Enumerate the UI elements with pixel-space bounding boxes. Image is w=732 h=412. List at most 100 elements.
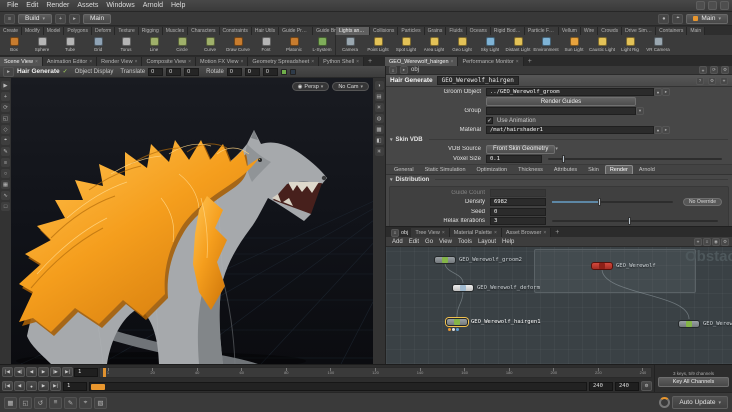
pane-tab[interactable]: Python Shell × — [319, 57, 364, 66]
seed-field[interactable]: 0 — [490, 207, 546, 216]
shelf-tool[interactable]: Grid — [84, 35, 112, 55]
viewport-tool-icon[interactable]: + — [1, 92, 10, 101]
viewport-display-icon[interactable]: ▩ — [374, 125, 384, 134]
rotate-x-field[interactable]: 0 — [226, 67, 242, 76]
key-all-channels-button[interactable]: Key All Channels — [658, 377, 729, 387]
parameter-tab[interactable]: Thickness — [513, 165, 548, 174]
distribution-section[interactable]: ▾ Distribution — [386, 175, 732, 184]
viewport-display-icon[interactable]: ◍ — [374, 114, 384, 123]
transport-button[interactable]: ◀| — [14, 367, 25, 377]
path-arrow-icon[interactable]: ▸ — [400, 66, 408, 74]
window-minimize-icon[interactable] — [696, 1, 705, 10]
pane-tab[interactable]: Asset Browser × — [501, 228, 552, 237]
timeline-ruler[interactable]: 1 20 40 60 80 100 120 140 160 180 200 220 240 — [99, 366, 652, 378]
slider-knob[interactable] — [561, 155, 565, 163]
transport-button[interactable]: |◀ — [2, 367, 13, 377]
new-desktop-icon[interactable]: + — [54, 13, 66, 24]
gear-icon[interactable]: ⚙ — [721, 237, 729, 246]
viewport-tool-icon[interactable]: ✎ — [1, 147, 10, 156]
transport-button[interactable]: |▶ — [50, 367, 61, 377]
shelf-tool[interactable]: Tube — [56, 35, 84, 55]
parameter-tab[interactable]: Attributes — [549, 165, 582, 174]
network-menu-item[interactable]: Help — [499, 239, 517, 245]
menu-item[interactable]: Edit — [22, 0, 42, 12]
status-icon[interactable]: ↺ — [34, 396, 47, 409]
desktop-selector[interactable]: Build ▾ — [18, 13, 52, 24]
slider-knob[interactable] — [597, 198, 601, 206]
network-editor[interactable]: ≡ obj Tree View × Material Palette × Ass… — [385, 226, 732, 364]
shelf-tab[interactable]: Vellum — [558, 27, 581, 35]
status-icon[interactable]: ◱ — [19, 396, 32, 409]
camera-icon[interactable]: ◉ — [712, 237, 720, 246]
shelf-tab[interactable]: Deform — [91, 27, 116, 35]
pin-icon[interactable]: ⌖ — [699, 66, 707, 74]
pane-tab[interactable]: GEO_Werewolf_hairgen × — [385, 57, 459, 66]
camera-view-selector[interactable]: ◉ Persp ▾ — [291, 82, 330, 91]
shelf-tab[interactable]: Characters — [188, 27, 220, 35]
network-node[interactable]: GEO_Werewolf_hairgen1 — [446, 317, 541, 331]
close-icon[interactable]: × — [543, 230, 546, 236]
gear-icon[interactable]: ⚙ — [708, 76, 716, 85]
end-frame-field[interactable]: 240 — [589, 381, 613, 391]
shelf-tab[interactable]: Rigid Bodies — [490, 27, 525, 35]
menu-item[interactable]: File — [3, 0, 22, 12]
viewport-tool-icon[interactable]: ○ — [1, 169, 10, 178]
shelf-tool[interactable]: Sky Light — [476, 35, 504, 55]
shelf-tool[interactable]: Camera — [336, 35, 364, 55]
shelf-tool[interactable]: Point Light — [364, 35, 392, 55]
close-icon[interactable]: × — [135, 59, 138, 65]
close-icon[interactable]: × — [356, 59, 359, 65]
menu-item[interactable]: Assets — [73, 0, 102, 12]
close-icon[interactable]: × — [451, 59, 454, 65]
transport-button[interactable]: ◀ — [26, 367, 37, 377]
frame-slider[interactable] — [89, 381, 587, 391]
viewport-tool-icon[interactable]: ∿ — [1, 191, 10, 200]
pane-tab[interactable]: Material Palette × — [449, 228, 502, 237]
pane-menu-icon[interactable]: ≡ — [389, 66, 397, 74]
look-through-camera-selector[interactable]: No Cam ▾ — [332, 82, 369, 91]
shelf-tab[interactable]: Model — [43, 27, 65, 35]
open-chooser-icon[interactable]: ▸ — [662, 126, 670, 134]
playback-button[interactable]: ◀ — [14, 381, 25, 391]
gear-icon[interactable]: ⚙ — [721, 66, 729, 74]
close-icon[interactable]: × — [442, 230, 445, 236]
global-end-frame-field[interactable]: 240 — [615, 381, 639, 391]
parameter-tab[interactable]: Render — [604, 165, 633, 174]
network-menu-item[interactable]: Go — [422, 239, 436, 245]
render-guides-button[interactable]: Render Guides — [486, 97, 636, 106]
shelf-tab[interactable]: Lights and Cameras — [336, 27, 370, 35]
node-name-field[interactable]: GEO_Werewolf_hairgen — [436, 76, 519, 85]
desktop-grid-icon[interactable]: ≡ — [4, 13, 15, 24]
shelf-tool[interactable]: VR Camera — [644, 35, 672, 55]
shelf-tool[interactable]: Draw Curve — [224, 35, 252, 55]
status-icon[interactable]: ⌖ — [79, 396, 92, 409]
viewport-display-icon[interactable]: ✳ — [374, 147, 384, 156]
slider-knob[interactable] — [628, 217, 632, 225]
shelf-tab[interactable]: Texture — [115, 27, 139, 35]
shelf-tool[interactable]: Caustic Light — [588, 35, 616, 55]
voxel-size-field[interactable]: 0.1 — [486, 155, 542, 163]
shelf-tab[interactable]: Constraints — [219, 27, 252, 35]
color-swatch-dark[interactable] — [289, 68, 296, 75]
node-body[interactable] — [591, 262, 613, 270]
chevron-down-icon[interactable]: ▾ — [636, 107, 644, 115]
viewport-tool-icon[interactable]: ▦ — [1, 180, 10, 189]
shelf-tool[interactable]: Sphere — [28, 35, 56, 55]
open-chooser-icon[interactable]: ▸ — [662, 88, 670, 96]
pane-tab[interactable]: Render View × — [97, 57, 143, 66]
menu-item[interactable]: Help — [167, 0, 189, 12]
translate-y-field[interactable]: 0 — [166, 67, 182, 76]
network-node[interactable]: GEO_Werewolf_groom2 — [434, 255, 522, 265]
network-path[interactable]: obj — [411, 67, 419, 73]
shelf-tool[interactable]: Spot Light — [392, 35, 420, 55]
desktop-tool-icon[interactable]: ▸ — [68, 13, 80, 24]
shelf-tool[interactable]: Box — [0, 35, 28, 55]
shelf-tool[interactable]: Circle — [168, 35, 196, 55]
skin-vdb-section[interactable]: ▾ Skin VDB — [386, 135, 732, 144]
menu-item[interactable]: Windows — [102, 0, 138, 12]
main-take-selector[interactable]: Main ▾ — [686, 13, 728, 24]
network-menu-item[interactable]: Add — [389, 239, 406, 245]
close-icon[interactable]: × — [35, 59, 38, 65]
object-display-label[interactable]: Object Display — [75, 69, 114, 75]
playback-options-gear-icon[interactable]: ⚙ — [641, 381, 652, 391]
